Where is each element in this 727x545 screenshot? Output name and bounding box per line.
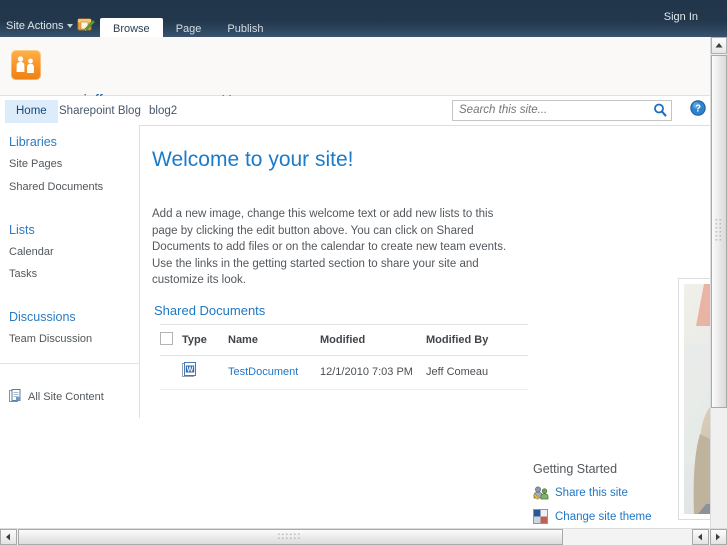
vertical-scroll-thumb[interactable] bbox=[711, 55, 727, 408]
table-row[interactable]: W TestDocument 12/1/2010 7:03 PM Jeff Co… bbox=[160, 355, 528, 390]
tab-page[interactable]: Page bbox=[163, 18, 215, 37]
horizontal-scroll-thumb[interactable] bbox=[18, 529, 563, 545]
topnav-item-blog2[interactable]: blog2 bbox=[138, 100, 188, 123]
scroll-up-button[interactable] bbox=[711, 37, 727, 54]
word-document-icon: W bbox=[182, 362, 198, 381]
row-checkbox-cell[interactable] bbox=[160, 355, 182, 390]
tab-browse[interactable]: Browse bbox=[100, 18, 163, 37]
column-header-name[interactable]: Name bbox=[228, 324, 320, 356]
shared-documents-table: Type Name Modified Modified By W TestDoc… bbox=[160, 324, 528, 390]
site-header: www.jeffreycomeau.com▸Home bbox=[0, 37, 711, 109]
sign-in-link[interactable]: Sign In bbox=[664, 11, 698, 23]
navigate-up-edit-icon[interactable] bbox=[77, 16, 96, 33]
column-header-type[interactable]: Type bbox=[182, 324, 228, 356]
search-box[interactable] bbox=[452, 100, 672, 121]
sidebar-heading-lists: Lists bbox=[9, 223, 35, 237]
getting-started-item-theme[interactable]: Change site theme bbox=[533, 509, 713, 525]
documents-stack-icon bbox=[9, 389, 23, 406]
site-actions-menu[interactable]: Site Actions bbox=[6, 20, 74, 32]
scroll-right-button[interactable] bbox=[710, 529, 727, 545]
ribbon-bar: Site Actions Browse Page Publish Sign In bbox=[0, 0, 727, 37]
sidebar-item-calendar[interactable]: Calendar bbox=[0, 246, 54, 259]
sidebar-item-shared-documents[interactable]: Shared Documents bbox=[0, 181, 103, 194]
sidebar-divider bbox=[0, 363, 139, 364]
svg-text:?: ? bbox=[695, 104, 701, 115]
share-this-site-link[interactable]: Share this site bbox=[555, 487, 628, 499]
document-link[interactable]: TestDocument bbox=[228, 366, 298, 378]
chevron-down-icon bbox=[67, 24, 74, 29]
quick-launch-sidebar: Libraries Site Pages Shared Documents Li… bbox=[0, 125, 140, 544]
tab-publish[interactable]: Publish bbox=[214, 18, 276, 37]
row-modified-by-cell: Jeff Comeau bbox=[426, 355, 528, 390]
all-site-content-label: All Site Content bbox=[28, 391, 104, 403]
row-type-cell: W bbox=[182, 355, 228, 390]
hscroll-thumb-grip-icon bbox=[277, 533, 300, 540]
window-horizontal-scrollbar[interactable] bbox=[0, 528, 727, 545]
getting-started-heading: Getting Started bbox=[533, 462, 618, 476]
select-all-header[interactable] bbox=[160, 324, 182, 356]
shared-documents-webpart-title[interactable]: Shared Documents bbox=[154, 303, 265, 318]
ribbon-tabs: Browse Page Publish bbox=[100, 18, 276, 37]
getting-started-item-share[interactable]: Share this site bbox=[533, 485, 713, 501]
top-navigation-bar: Home Sharepoint Blog blog2 ? bbox=[0, 96, 711, 126]
row-name-cell[interactable]: TestDocument bbox=[228, 355, 320, 390]
table-header-row: Type Name Modified Modified By bbox=[160, 324, 528, 356]
sidebar-item-all-site-content[interactable]: All Site Content bbox=[9, 389, 104, 406]
scroll-right-inner-button[interactable] bbox=[692, 529, 709, 545]
search-input[interactable] bbox=[457, 103, 641, 117]
search-icon[interactable] bbox=[651, 102, 669, 118]
sidebar-item-tasks[interactable]: Tasks bbox=[0, 268, 37, 281]
sidebar-item-site-pages[interactable]: Site Pages bbox=[0, 158, 62, 171]
row-modified-cell: 12/1/2010 7:03 PM bbox=[320, 355, 426, 390]
color-swatch-icon bbox=[533, 509, 549, 525]
column-header-modified[interactable]: Modified bbox=[320, 324, 426, 356]
select-all-checkbox[interactable] bbox=[160, 332, 173, 345]
people-group-logo[interactable] bbox=[11, 50, 41, 80]
change-site-theme-link[interactable]: Change site theme bbox=[555, 511, 652, 523]
browser-window: Site Actions Browse Page Publish Sign In bbox=[0, 0, 727, 545]
welcome-body-text: Add a new image, change this welcome tex… bbox=[152, 208, 507, 286]
topnav-item-sharepoint-blog[interactable]: Sharepoint Blog bbox=[48, 100, 152, 123]
getting-started-webpart: Getting Started Share this site Change s… bbox=[533, 462, 713, 533]
welcome-heading: Welcome to your site! bbox=[152, 148, 354, 171]
scroll-left-button[interactable] bbox=[0, 529, 17, 545]
sidebar-heading-libraries: Libraries bbox=[9, 135, 57, 149]
svg-text:W: W bbox=[187, 367, 194, 374]
sidebar-item-team-discussion[interactable]: Team Discussion bbox=[0, 333, 92, 346]
share-people-icon bbox=[533, 485, 549, 501]
window-vertical-scrollbar[interactable] bbox=[710, 37, 727, 528]
scroll-thumb-grip-icon bbox=[715, 218, 722, 241]
sidebar-heading-discussions: Discussions bbox=[9, 310, 76, 324]
column-header-modified-by[interactable]: Modified By bbox=[426, 324, 528, 356]
help-question-icon[interactable]: ? bbox=[690, 100, 706, 116]
site-actions-label: Site Actions bbox=[6, 20, 64, 32]
